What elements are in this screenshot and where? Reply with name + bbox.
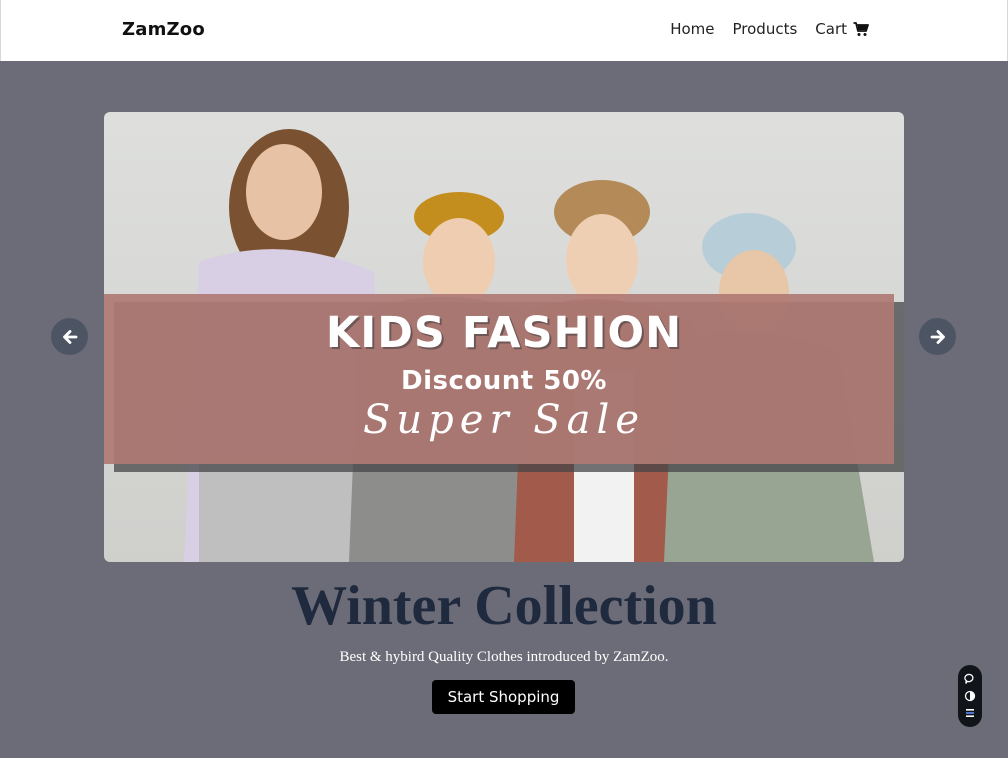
cart-icon (853, 22, 869, 36)
banner-discount: Discount 50% (401, 366, 607, 396)
carousel-next-button[interactable] (919, 318, 956, 355)
theme-toggle-icon[interactable] (964, 690, 976, 702)
nav-links: Home Products Cart (652, 20, 869, 38)
nav-link-products[interactable]: Products (733, 20, 798, 38)
carousel-prev-button[interactable] (51, 318, 88, 355)
nav-link-cart-label: Cart (815, 20, 847, 38)
chat-icon[interactable] (964, 673, 976, 685)
nav-link-cart[interactable]: Cart (815, 20, 869, 38)
floating-widget (958, 665, 982, 727)
hero-carousel: KIDS FASHION Discount 50% Super Sale (104, 112, 904, 562)
arrow-right-icon (930, 329, 945, 344)
banner-title: KIDS FASHION (325, 308, 683, 358)
brand-logo[interactable]: ZamZoo (122, 19, 205, 40)
navbar: ZamZoo Home Products Cart (0, 0, 1008, 61)
arrow-left-icon (62, 329, 77, 344)
start-shopping-button[interactable]: Start Shopping (432, 680, 575, 714)
hero-subtitle: Best & hybird Quality Clothes introduced… (339, 649, 669, 665)
nav-link-home[interactable]: Home (670, 20, 714, 38)
list-icon[interactable] (964, 707, 976, 719)
hero-title: Winter Collection (291, 575, 717, 637)
banner-script-text: Super Sale (363, 397, 645, 443)
